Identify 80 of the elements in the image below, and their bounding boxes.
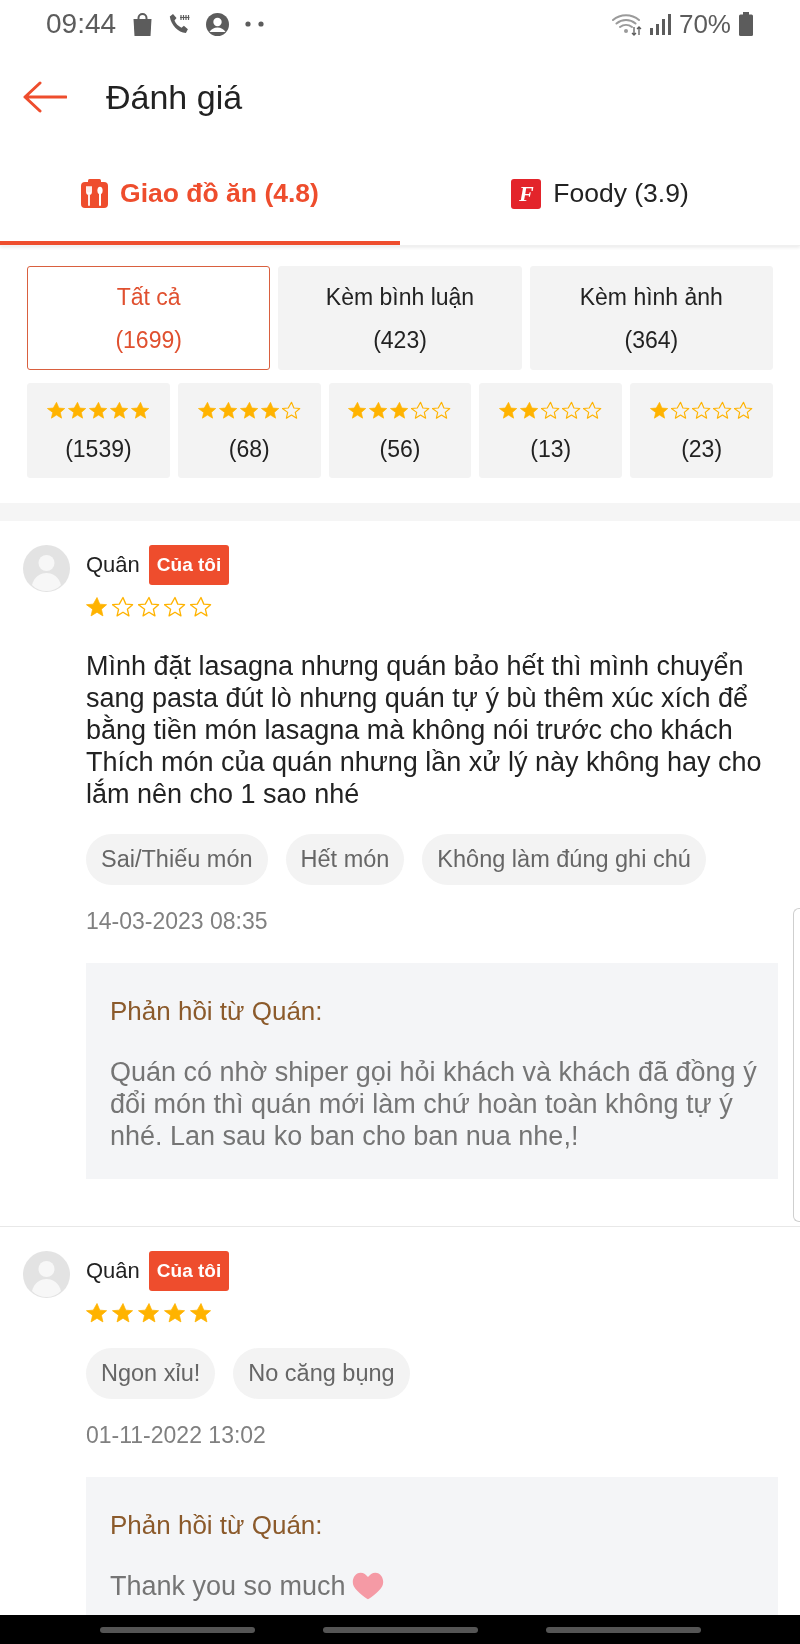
star-icon [541, 400, 561, 420]
filter-chip[interactable]: Tất cả (1699) [27, 266, 271, 370]
star-icon [671, 400, 691, 420]
star-icon [112, 1302, 134, 1324]
reviewer-name: Quân [86, 1258, 140, 1284]
star-icon [112, 596, 134, 618]
star-icon [130, 400, 150, 420]
star-icon [197, 400, 217, 420]
star-icon [46, 400, 66, 420]
star-icon [260, 400, 280, 420]
star-icon [138, 596, 160, 618]
reviewer-name: Quân [86, 552, 140, 578]
star-icon [164, 596, 186, 618]
shopping-bag-icon [132, 12, 154, 36]
star-filter-chip[interactable]: (56) [328, 383, 472, 478]
review-date: 01-11-2022 13:02 [86, 1423, 266, 1447]
back-arrow-icon [23, 81, 67, 113]
more-dots-icon [245, 21, 265, 27]
reply-text: Quán có nhờ shiper gọi hỏi khách và khách đã đồng ý đổi món thì quán mới làm chứ hoàn toàn không tự ý nhé. Lan sau ko ban cho ban nua nhe,! [110, 1056, 758, 1152]
star-filter-chip[interactable]: (23) [630, 383, 773, 478]
star-icon [164, 1302, 186, 1324]
star-icon [713, 400, 733, 420]
review-tag: Hết món [285, 834, 405, 885]
gesture-hint[interactable] [545, 1626, 701, 1633]
star-icon [583, 400, 603, 420]
avatar-icon [23, 1251, 70, 1298]
star-icon [239, 400, 259, 420]
star-icon [369, 400, 389, 420]
star-icon [67, 400, 87, 420]
owner-badge: Của tôi [148, 1251, 230, 1291]
filter-chip[interactable]: Kèm hình ảnh (364) [529, 266, 773, 370]
review-tag: Ngon xỉu! [86, 1348, 216, 1399]
star-icon [734, 400, 754, 420]
battery-level: 70% [678, 11, 731, 37]
page-title: Đánh giá [106, 76, 243, 118]
phone-icon [169, 13, 191, 35]
tab[interactable]: F Foody (3.9) [400, 146, 800, 245]
star-icon [650, 400, 670, 420]
star-icon [692, 400, 712, 420]
owner-badge: Của tôi [148, 545, 230, 585]
star-icon [562, 400, 582, 420]
star-icon [86, 596, 108, 618]
filter-chip[interactable]: Kèm bình luận (423) [278, 266, 522, 370]
review-text: Mình đặt lasagna nhưng quán bảo hết thì mình chuyển sang pasta đút lò nhưng quán tự ý bù thêm xúc xích để bằng tiền món lasagna mà không nói trước cho khách Thích món của quán nhưng lần xử lý này không hay cho lắm nên cho 1 sao nhé [86, 650, 763, 810]
status-time: 09:44 [46, 10, 117, 38]
wifi-icon [611, 12, 642, 36]
reply-title: Phản hồi từ Quán: [110, 997, 324, 1025]
star-icon [281, 400, 301, 420]
gesture-hint[interactable] [99, 1626, 255, 1633]
cutlery-icon [81, 179, 109, 208]
review-tag: Không làm đúng ghi chú [422, 834, 706, 885]
heart-icon [351, 1572, 384, 1600]
battery-icon [739, 12, 753, 36]
signal-icon [649, 13, 671, 35]
reply-text: Thank you so much [110, 1570, 346, 1602]
star-icon [499, 400, 519, 420]
star-filter-chip[interactable]: (68) [177, 383, 321, 478]
review-date: 14-03-2023 08:35 [86, 909, 268, 933]
tab[interactable]: Giao đồ ăn (4.8) [0, 146, 400, 245]
star-icon [348, 400, 368, 420]
star-icon [218, 400, 238, 420]
star-icon [390, 400, 410, 420]
star-icon [86, 1302, 108, 1324]
star-icon [138, 1302, 160, 1324]
star-filter-chip[interactable]: (13) [479, 383, 623, 478]
star-icon [190, 1302, 212, 1324]
profile-icon [206, 12, 230, 36]
logo-icon: F [511, 178, 542, 209]
avatar-icon [23, 545, 70, 592]
star-icon [432, 400, 452, 420]
star-icon [109, 400, 129, 420]
star-icon [520, 400, 540, 420]
review-tag: No căng bụng [233, 1348, 410, 1399]
reply-title: Phản hồi từ Quán: [110, 1511, 324, 1539]
star-icon [88, 400, 108, 420]
star-icon [411, 400, 431, 420]
star-filter-chip[interactable]: (1539) [27, 383, 170, 478]
star-icon [190, 596, 212, 618]
review-tag: Sai/Thiếu món [86, 834, 268, 885]
gesture-hint[interactable] [322, 1626, 478, 1633]
